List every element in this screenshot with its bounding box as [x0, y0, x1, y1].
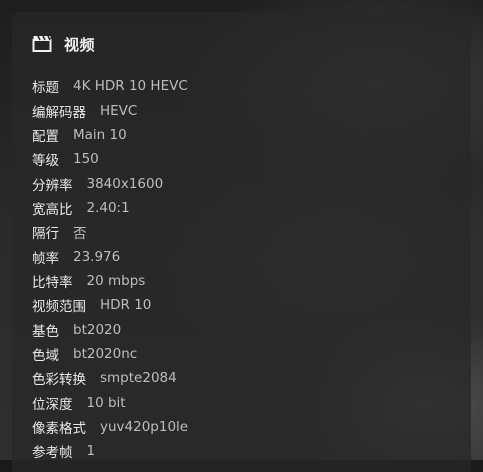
property-row-video-range: 视频范围 HDR 10 — [32, 293, 188, 317]
property-value: bt2020 — [73, 321, 122, 338]
property-value: HEVC — [100, 102, 138, 119]
property-label: 位深度 — [32, 396, 73, 413]
property-label: 色域 — [32, 347, 59, 364]
property-value: 2.40:1 — [86, 199, 130, 216]
property-value: 150 — [73, 151, 99, 168]
property-value: yuv420p10le — [100, 418, 189, 435]
property-label: 等级 — [32, 153, 59, 170]
property-label: 参考帧 — [32, 445, 73, 462]
property-label: 视频范围 — [32, 299, 86, 316]
property-row-title: 标题 4K HDR 10 HEVC — [32, 74, 188, 98]
panel-header: 视频 — [32, 32, 95, 56]
property-value: HDR 10 — [100, 297, 152, 314]
property-label: 基色 — [32, 323, 59, 340]
property-row-aspect-ratio: 宽高比 2.40:1 — [32, 196, 188, 220]
property-row-bitrate: 比特率 20 mbps — [32, 269, 188, 293]
property-value: 20 mbps — [86, 272, 146, 289]
property-row-color-primaries: 基色 bt2020 — [32, 317, 188, 341]
property-row-level: 等级 150 — [32, 147, 188, 171]
property-label: 比特率 — [32, 274, 73, 291]
property-label: 编解码器 — [32, 104, 86, 121]
property-row-framerate: 帧率 23.976 — [32, 244, 188, 268]
video-info-panel: 视频 标题 4K HDR 10 HEVC 编解码器 HEVC 配置 Main 1… — [12, 12, 471, 472]
property-row-resolution: 分辨率 3840x1600 — [32, 171, 188, 195]
panel-title: 视频 — [64, 35, 96, 54]
property-row-codec: 编解码器 HEVC — [32, 98, 188, 122]
property-label: 色彩转换 — [32, 372, 86, 389]
property-label: 宽高比 — [32, 201, 73, 218]
property-label: 像素格式 — [32, 420, 86, 437]
property-label: 分辨率 — [32, 177, 73, 194]
property-value: 10 bit — [86, 394, 126, 411]
property-value: 23.976 — [73, 248, 121, 265]
video-properties-list: 标题 4K HDR 10 HEVC 编解码器 HEVC 配置 Main 10 等… — [32, 74, 188, 464]
property-row-interlaced: 隔行 否 — [32, 220, 188, 244]
property-label: 帧率 — [32, 250, 59, 267]
property-value: 3840x1600 — [86, 175, 164, 192]
property-value: 1 — [86, 443, 96, 460]
property-row-profile: 配置 Main 10 — [32, 123, 188, 147]
property-row-pixel-format: 像素格式 yuv420p10le — [32, 415, 188, 439]
property-label: 隔行 — [32, 226, 59, 243]
property-value: 4K HDR 10 HEVC — [73, 78, 188, 95]
clapperboard-icon — [32, 35, 52, 53]
property-value: bt2020nc — [73, 345, 138, 362]
property-row-color-transfer: 色彩转换 smpte2084 — [32, 366, 188, 390]
property-label: 标题 — [32, 80, 59, 97]
property-row-bit-depth: 位深度 10 bit — [32, 390, 188, 414]
property-value: Main 10 — [73, 126, 127, 143]
property-label: 配置 — [32, 128, 59, 145]
property-row-color-space: 色域 bt2020nc — [32, 342, 188, 366]
property-value: 否 — [73, 226, 87, 243]
property-value: smpte2084 — [100, 370, 177, 387]
